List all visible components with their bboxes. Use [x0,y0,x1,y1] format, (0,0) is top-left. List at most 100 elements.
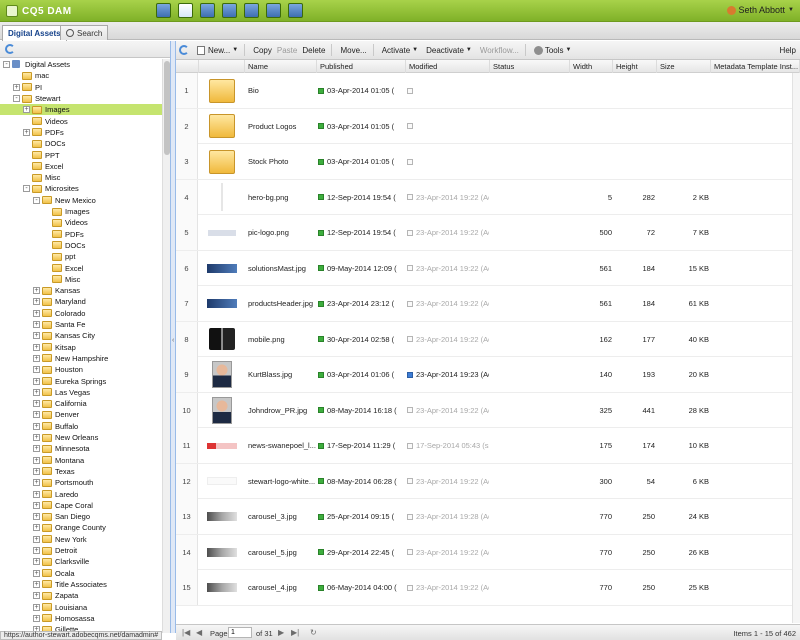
name-cell[interactable]: KurtBlass.jpg [248,357,316,392]
name-cell[interactable]: Bio [248,73,316,108]
tree-node[interactable]: + Orange County [0,522,162,533]
tree-node[interactable]: - New Mexico [0,195,162,206]
image-thumbnail[interactable] [221,183,223,211]
refresh-icon[interactable] [179,45,189,55]
tree-node[interactable]: - Stewart [0,93,162,104]
copy-button[interactable]: Copy [253,46,272,55]
name-cell[interactable]: carousel_5.jpg [248,535,316,570]
tree-node[interactable]: + Homosassa [0,613,162,624]
tree-node[interactable]: Misc [0,274,162,285]
tree-scrollbar-thumb[interactable] [164,61,170,155]
activate-button[interactable]: Activate ▼ [382,46,418,55]
name-cell[interactable]: mobile.png [248,322,316,357]
expand-icon[interactable]: + [33,603,40,611]
tree-node[interactable]: Excel [0,161,162,172]
expand-icon[interactable]: + [33,321,40,329]
table-row[interactable]: 2 Product Logos 03-Apr-2014 01:05 ( [176,108,800,144]
deactivate-button[interactable]: Deactivate ▼ [426,46,472,55]
table-row[interactable]: 5 pic-logo.png 12-Sep-2014 19:54 (23-Apr-2… [176,215,800,251]
tags-icon[interactable] [288,3,303,18]
tree-node[interactable]: + Denver [0,409,162,420]
image-thumbnail[interactable] [207,299,237,308]
expand-icon[interactable]: + [33,445,40,453]
column-header-published[interactable]: Published [317,60,406,73]
column-header-status[interactable]: Status [490,60,570,73]
tree-node[interactable]: Images [0,206,162,217]
help-button[interactable]: Help [780,46,796,55]
expand-icon[interactable]: + [33,366,40,374]
name-cell[interactable]: carousel_4.jpg [248,570,316,605]
table-row[interactable]: 4 hero-bg.png 12-Sep-2014 19:54 (23-Apr-20… [176,179,800,215]
image-thumbnail[interactable] [207,583,237,592]
tree-node[interactable]: Videos [0,217,162,228]
tree-node[interactable]: PPT [0,149,162,160]
column-header-size[interactable]: Size [657,60,711,73]
tools-button[interactable]: Tools ▼ [533,45,572,55]
tree-node[interactable]: + Ocala [0,568,162,579]
expand-icon[interactable]: + [33,287,40,295]
tree-node[interactable]: + Maryland [0,296,162,307]
welcome-icon[interactable] [156,3,171,18]
expand-icon[interactable]: + [33,569,40,577]
expand-icon[interactable]: + [33,513,40,521]
tree-scrollbar[interactable] [162,59,170,633]
tree-node[interactable]: + Louisiana [0,601,162,612]
tree-node[interactable]: + Laredo [0,488,162,499]
folder-icon[interactable] [209,149,235,174]
refresh-icon[interactable] [5,44,15,54]
expand-icon[interactable]: + [23,128,30,136]
tree-node[interactable]: + California [0,398,162,409]
name-cell[interactable]: productsHeader.jpg [248,286,316,321]
tree-node[interactable]: + Detroit [0,545,162,556]
tree-node[interactable]: + PDFs [0,127,162,138]
table-row[interactable]: 7 productsHeader.jpg 23-Apr-2014 23:12 (23… [176,286,800,322]
tree-node[interactable]: + Houston [0,364,162,375]
grid-scrollbar[interactable] [792,73,800,623]
tree-node[interactable]: Excel [0,262,162,273]
tree-node[interactable]: DOCs [0,138,162,149]
tree-node[interactable]: Misc [0,172,162,183]
tree-node[interactable]: - Digital Assets [0,59,162,70]
last-page-button[interactable]: ▶| [291,628,299,637]
tree-node[interactable]: + Eureka Springs [0,375,162,386]
tree-node[interactable]: + Cape Coral [0,500,162,511]
tree-node[interactable]: + Portsmouth [0,477,162,488]
image-thumbnail[interactable] [207,263,237,273]
column-header-modified[interactable]: Modified [406,60,490,73]
expand-icon[interactable]: + [33,558,40,566]
column-header-metadata-template[interactable]: Metadata Template Inst... [711,60,800,73]
tree-node[interactable]: + PI [0,82,162,93]
expand-icon[interactable]: + [23,106,30,114]
tree-node[interactable]: + New Hampshire [0,353,162,364]
table-row[interactable]: 12 stewart-logo-white... 08-May-2014 06:28… [176,463,800,499]
table-row[interactable]: 8 mobile.png 30-Apr-2014 02:58 (23-Apr-201… [176,321,800,357]
next-page-button[interactable]: ▶ [278,628,284,637]
table-row[interactable]: 15 carousel_4.jpg 06-May-2014 04:00 (23-Ap… [176,570,800,606]
tree-node[interactable]: + Kansas [0,285,162,296]
name-cell[interactable]: stewart-logo-white... [248,464,316,499]
image-thumbnail[interactable] [207,512,237,521]
tree-node[interactable]: + Texas [0,466,162,477]
tree-node[interactable]: + Kansas City [0,330,162,341]
first-page-button[interactable]: |◀ [182,628,190,637]
expand-icon[interactable]: + [13,83,20,91]
expand-icon[interactable]: + [33,400,40,408]
tree-node[interactable]: + Zapata [0,590,162,601]
expand-icon[interactable]: + [33,592,40,600]
tree-node[interactable]: mac [0,70,162,81]
expand-icon[interactable]: + [33,614,40,622]
expand-icon[interactable]: + [33,332,40,340]
expand-icon[interactable]: + [33,422,40,430]
tools-icon[interactable] [266,3,281,18]
image-thumbnail[interactable] [207,442,237,449]
image-thumbnail[interactable] [212,396,232,424]
tree-node[interactable]: + Clarksville [0,556,162,567]
table-row[interactable]: 10 Johndrow_PR.jpg 08-May-2014 16:18 (23-A… [176,392,800,428]
name-cell[interactable]: news-swanepoel_l... [248,428,316,463]
expand-icon[interactable]: + [33,524,40,532]
table-row[interactable]: 13 carousel_3.jpg 25-Apr-2014 09:15 (23-Ap… [176,499,800,535]
expand-icon[interactable]: + [33,298,40,306]
expand-icon[interactable]: + [33,434,40,442]
tree-node[interactable]: + Title Associates [0,579,162,590]
tree-node[interactable]: + Minnesota [0,443,162,454]
